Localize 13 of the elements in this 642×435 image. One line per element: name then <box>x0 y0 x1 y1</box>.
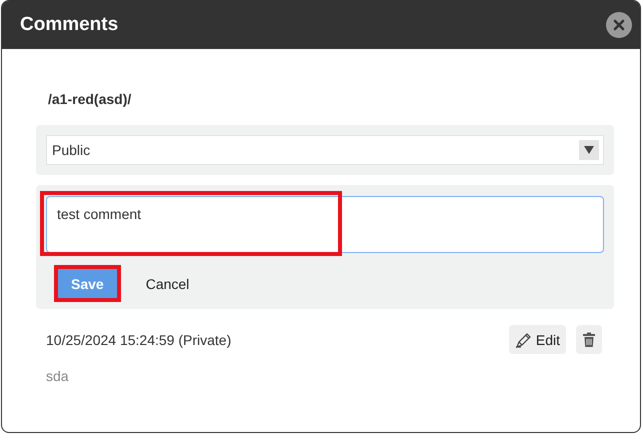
comment-meta: 10/25/2024 15:24:59 (Private) <box>46 332 232 348</box>
delete-button[interactable] <box>576 325 602 354</box>
close-button[interactable] <box>606 12 632 38</box>
comment-field[interactable]: test comment <box>46 196 604 253</box>
visibility-dropdown[interactable]: Public <box>46 135 604 165</box>
path-label: /a1-red(asd)/ <box>48 91 132 107</box>
pencil-icon <box>514 332 533 348</box>
comment-text: sda <box>46 368 70 384</box>
cancel-button[interactable]: Cancel <box>132 269 202 298</box>
edit-button[interactable]: Edit <box>508 325 566 354</box>
trash-icon <box>582 332 596 348</box>
dialog-title: Comments <box>20 14 118 36</box>
close-icon <box>612 18 626 32</box>
